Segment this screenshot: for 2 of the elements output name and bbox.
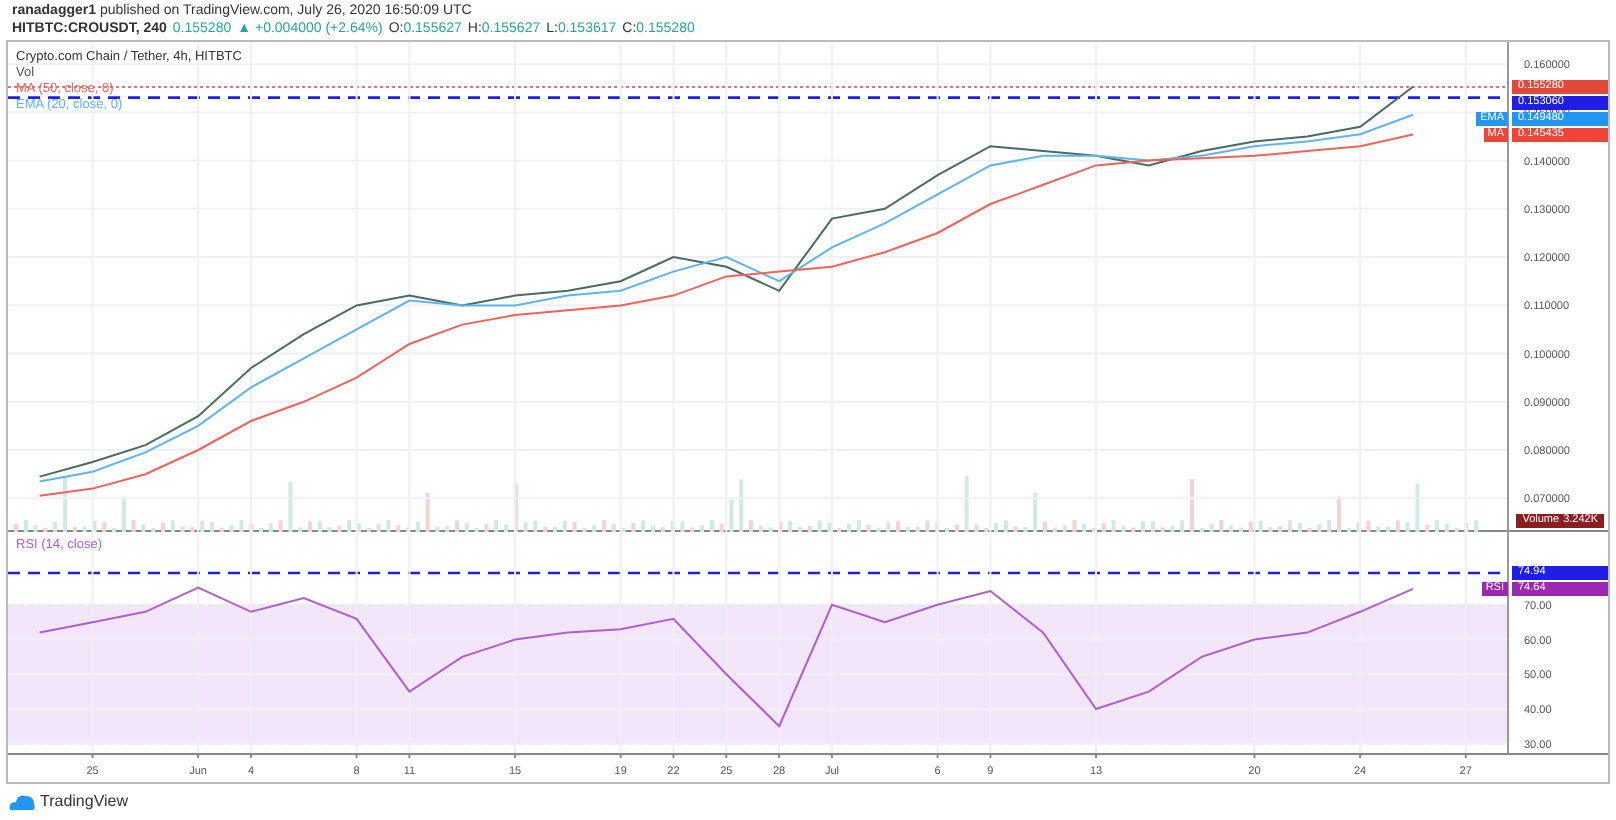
cloud-logo-icon — [8, 794, 36, 810]
logo-text: TradingView — [40, 790, 129, 814]
